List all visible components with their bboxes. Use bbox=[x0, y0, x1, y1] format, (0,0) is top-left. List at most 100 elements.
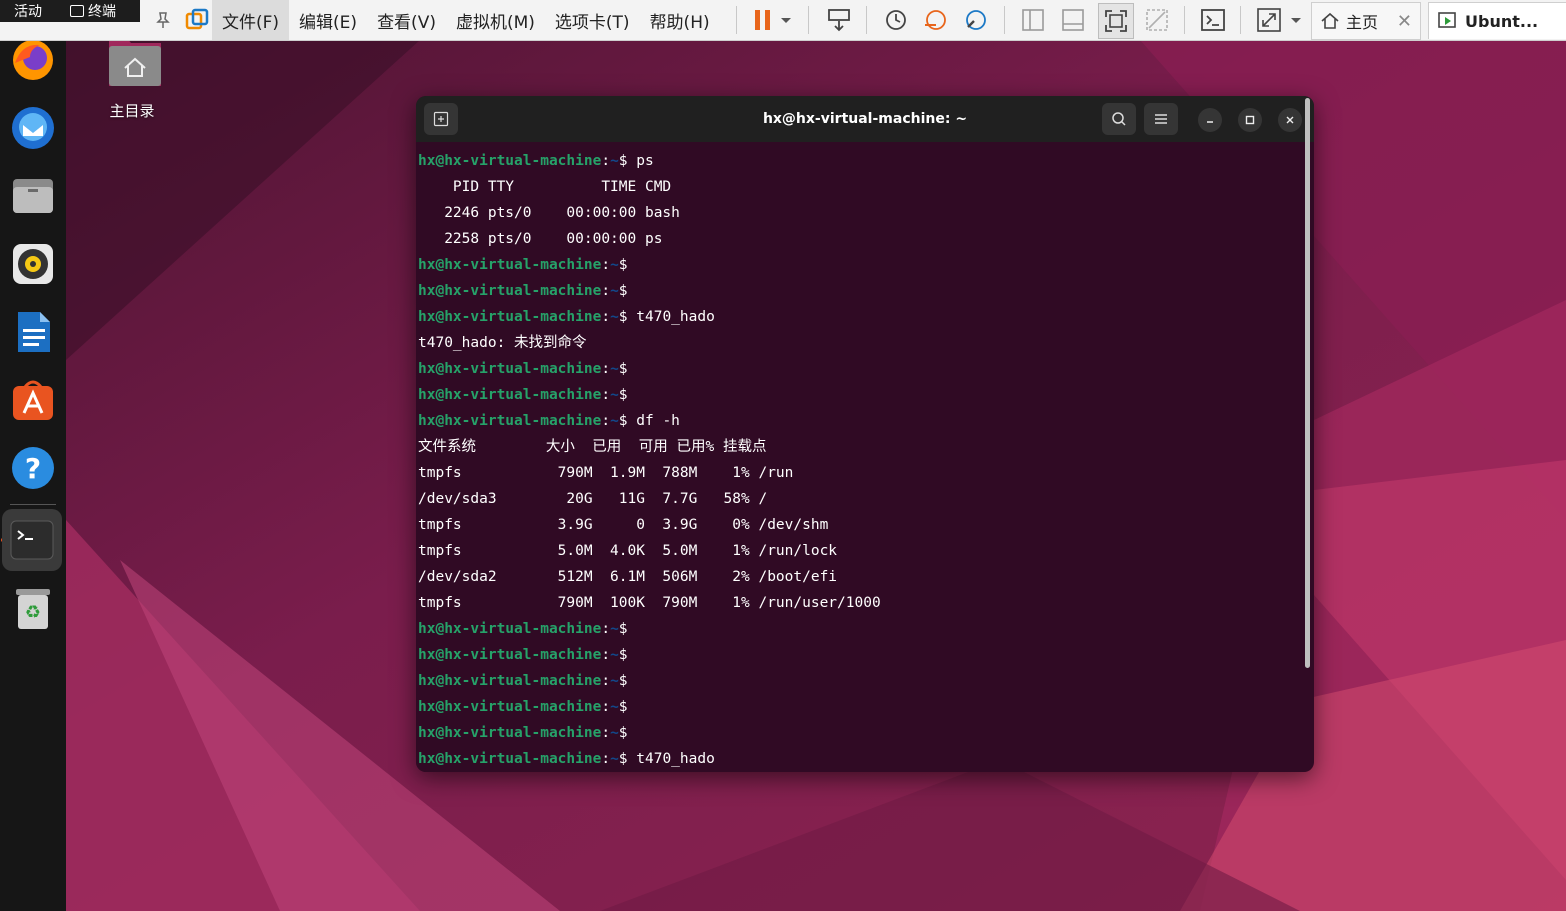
send-keys-icon[interactable] bbox=[822, 3, 856, 37]
prompt-user: hx@hx-virtual-machine bbox=[418, 621, 602, 637]
prompt-path: ~ bbox=[610, 673, 619, 689]
menu-help[interactable]: 帮助(H) bbox=[640, 0, 720, 40]
maximize-icon bbox=[1245, 115, 1255, 125]
menu-button[interactable] bbox=[1144, 103, 1178, 135]
terminal-prompt-line: hx@hx-virtual-machine:~$ df -h bbox=[416, 408, 1302, 434]
prompt-command: t470_hado bbox=[627, 751, 715, 767]
prompt-separator: : bbox=[601, 153, 611, 169]
help-icon: ? bbox=[12, 447, 54, 489]
prompt-path: ~ bbox=[610, 283, 619, 299]
tab-home[interactable]: 主页 ✕ bbox=[1311, 2, 1421, 40]
prompt-user: hx@hx-virtual-machine bbox=[418, 413, 602, 429]
dock-firefox[interactable] bbox=[6, 33, 60, 87]
menu-file[interactable]: 文件(F) bbox=[212, 0, 290, 40]
terminal-output[interactable]: hx@hx-virtual-machine:~$ ps PID TTY TIME… bbox=[416, 142, 1302, 772]
prompt-path: ~ bbox=[610, 699, 619, 715]
close-icon bbox=[1286, 116, 1294, 124]
terminal-output-line: /dev/sda2 512M 6.1M 506M 2% /boot/efi bbox=[418, 569, 838, 585]
prompt-user: hx@hx-virtual-machine bbox=[418, 673, 602, 689]
terminal-prompt-line: hx@hx-virtual-machine:~$ bbox=[416, 720, 1302, 746]
prompt-user: hx@hx-virtual-machine bbox=[418, 257, 602, 273]
new-tab-icon bbox=[433, 111, 449, 127]
prompt-user: hx@hx-virtual-machine bbox=[418, 647, 602, 663]
activities-label: 活动 bbox=[14, 4, 42, 20]
terminal-prompt-line: hx@hx-virtual-machine:~$ bbox=[416, 616, 1302, 642]
dock-thunderbird[interactable] bbox=[6, 101, 60, 155]
prompt-user: hx@hx-virtual-machine bbox=[418, 751, 602, 767]
desktop-home-folder[interactable]: 主目录 bbox=[96, 34, 168, 121]
snapshot-icon[interactable] bbox=[878, 3, 912, 37]
console-icon[interactable] bbox=[1196, 3, 1230, 37]
close-icon[interactable]: ✕ bbox=[1397, 11, 1412, 32]
tab-ubuntu-vm[interactable]: Ubunt... bbox=[1428, 2, 1566, 39]
terminal-output-line: tmpfs 790M 1.9M 788M 1% /run bbox=[418, 465, 794, 481]
hamburger-menu-icon bbox=[1155, 114, 1167, 124]
home-folder-label: 主目录 bbox=[109, 102, 155, 120]
pause-icon[interactable] bbox=[746, 3, 780, 37]
stretch-dropdown-icon[interactable] bbox=[1286, 3, 1306, 37]
stretch-icon[interactable] bbox=[1252, 3, 1286, 37]
close-button[interactable] bbox=[1278, 108, 1302, 132]
prompt-path: ~ bbox=[610, 153, 619, 169]
terminal-window[interactable]: hx@hx-virtual-machine: ~ hx@hx-virtual-m… bbox=[416, 96, 1314, 772]
unity-icon[interactable] bbox=[1140, 3, 1174, 37]
tab-home-label: 主页 bbox=[1346, 13, 1379, 32]
dock-terminal[interactable] bbox=[2, 509, 62, 571]
menu-edit[interactable]: 编辑(E) bbox=[289, 0, 367, 40]
terminal-prompt-line: hx@hx-virtual-machine:~$ bbox=[416, 694, 1302, 720]
terminal-icon bbox=[10, 520, 54, 560]
rhythmbox-icon bbox=[13, 244, 53, 284]
menu-view[interactable]: 查看(V) bbox=[367, 0, 446, 40]
home-folder-icon bbox=[109, 38, 161, 86]
prompt-symbol: $ bbox=[618, 673, 628, 689]
prompt-path: ~ bbox=[610, 751, 619, 767]
fullscreen-icon[interactable] bbox=[1098, 3, 1134, 39]
files-icon bbox=[13, 179, 53, 213]
snapshot-manager-icon[interactable] bbox=[958, 3, 992, 37]
terminal-output-line: /dev/sda3 20G 11G 7.7G 58% / bbox=[418, 491, 768, 507]
search-button[interactable] bbox=[1102, 103, 1136, 135]
svg-text:?: ? bbox=[25, 452, 41, 485]
dock-files[interactable] bbox=[6, 169, 60, 223]
prompt-separator: : bbox=[601, 283, 611, 299]
search-icon bbox=[1112, 112, 1126, 126]
activities-button[interactable]: 活动 bbox=[0, 0, 56, 22]
prompt-separator: : bbox=[601, 257, 611, 273]
terminal-output-line: PID TTY TIME CMD bbox=[418, 179, 672, 195]
prompt-user: hx@hx-virtual-machine bbox=[418, 153, 602, 169]
menu-vm[interactable]: 虚拟机(M) bbox=[446, 0, 545, 40]
prompt-symbol: $ bbox=[618, 257, 628, 273]
pause-dropdown-icon[interactable] bbox=[776, 3, 796, 37]
terminal-prompt-line: hx@hx-virtual-machine:~$ bbox=[416, 356, 1302, 382]
terminal-prompt-line: hx@hx-virtual-machine:~$ ps bbox=[416, 148, 1302, 174]
dock-app-center[interactable] bbox=[6, 373, 60, 427]
menu-tabs[interactable]: 选项卡(T) bbox=[545, 0, 640, 40]
dock: ? ♻ bbox=[0, 40, 66, 911]
pin-icon[interactable] bbox=[146, 3, 180, 37]
new-tab-button[interactable] bbox=[424, 103, 458, 135]
dock-help[interactable]: ? bbox=[6, 441, 60, 495]
prompt-separator: : bbox=[601, 647, 611, 663]
prompt-separator: : bbox=[601, 699, 611, 715]
thumbnail-bar-icon[interactable] bbox=[1056, 3, 1090, 37]
terminal-prompt-line: hx@hx-virtual-machine:~$ bbox=[416, 278, 1302, 304]
revert-snapshot-icon[interactable] bbox=[918, 3, 952, 37]
terminal-small-icon bbox=[70, 5, 84, 17]
dock-trash[interactable]: ♻ bbox=[6, 581, 60, 635]
terminal-scrollbar[interactable] bbox=[1305, 98, 1310, 668]
dock-rhythmbox[interactable] bbox=[6, 237, 60, 291]
prompt-symbol: $ bbox=[618, 413, 628, 429]
prompt-symbol: $ bbox=[618, 283, 628, 299]
terminal-prompt-line: hx@hx-virtual-machine:~$ t470_hado bbox=[416, 746, 1302, 772]
prompt-user: hx@hx-virtual-machine bbox=[418, 699, 602, 715]
terminal-prompt-line: hx@hx-virtual-machine:~$ t470_hado bbox=[416, 304, 1302, 330]
app-menu[interactable]: 终端 bbox=[56, 0, 130, 22]
sidebar-toggle-icon[interactable] bbox=[1016, 3, 1050, 37]
dock-writer[interactable] bbox=[6, 305, 60, 359]
prompt-symbol: $ bbox=[618, 699, 628, 715]
vmware-logo-icon bbox=[180, 3, 214, 37]
terminal-output-line: 2246 pts/0 00:00:00 bash bbox=[418, 205, 680, 221]
maximize-button[interactable] bbox=[1238, 108, 1262, 132]
minimize-button[interactable] bbox=[1198, 108, 1222, 132]
terminal-header-bar[interactable]: hx@hx-virtual-machine: ~ bbox=[416, 96, 1314, 142]
